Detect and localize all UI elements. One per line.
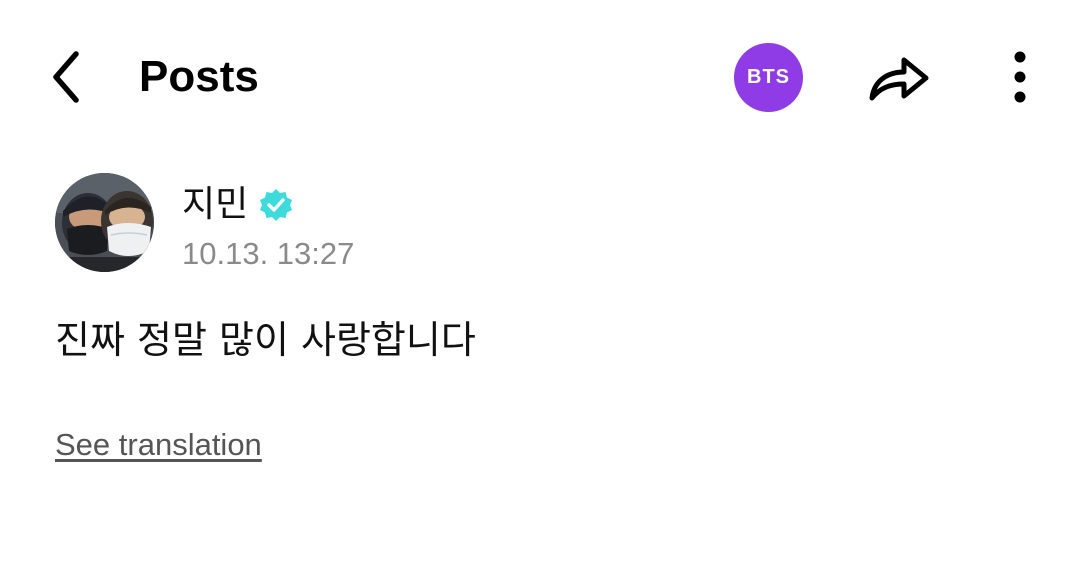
author-name[interactable]: 지민	[182, 182, 248, 228]
back-button[interactable]	[40, 46, 92, 108]
post-timestamp: 10.13. 13:27	[182, 236, 355, 271]
share-button[interactable]	[864, 46, 934, 108]
more-options-button[interactable]	[998, 46, 1042, 108]
post-body: 진짜 정말 많이 사랑합니다	[55, 318, 476, 362]
share-arrow-icon	[869, 57, 929, 101]
avatar-photo	[55, 173, 154, 272]
verified-badge-icon	[258, 187, 294, 223]
page-title: Posts	[139, 52, 259, 101]
community-badge[interactable]: BTS	[734, 43, 803, 112]
more-vertical-icon	[1014, 51, 1026, 103]
post-detail-screen: Posts BTS 지민 10.13. 13:27 진짜 정말 많이 사랑합니다…	[0, 0, 1080, 566]
author-avatar[interactable]	[55, 173, 154, 272]
author-row: 지민	[182, 180, 294, 230]
chevron-left-icon	[53, 51, 79, 103]
community-badge-label: BTS	[747, 66, 790, 88]
see-translation-link[interactable]: See translation	[55, 425, 262, 465]
